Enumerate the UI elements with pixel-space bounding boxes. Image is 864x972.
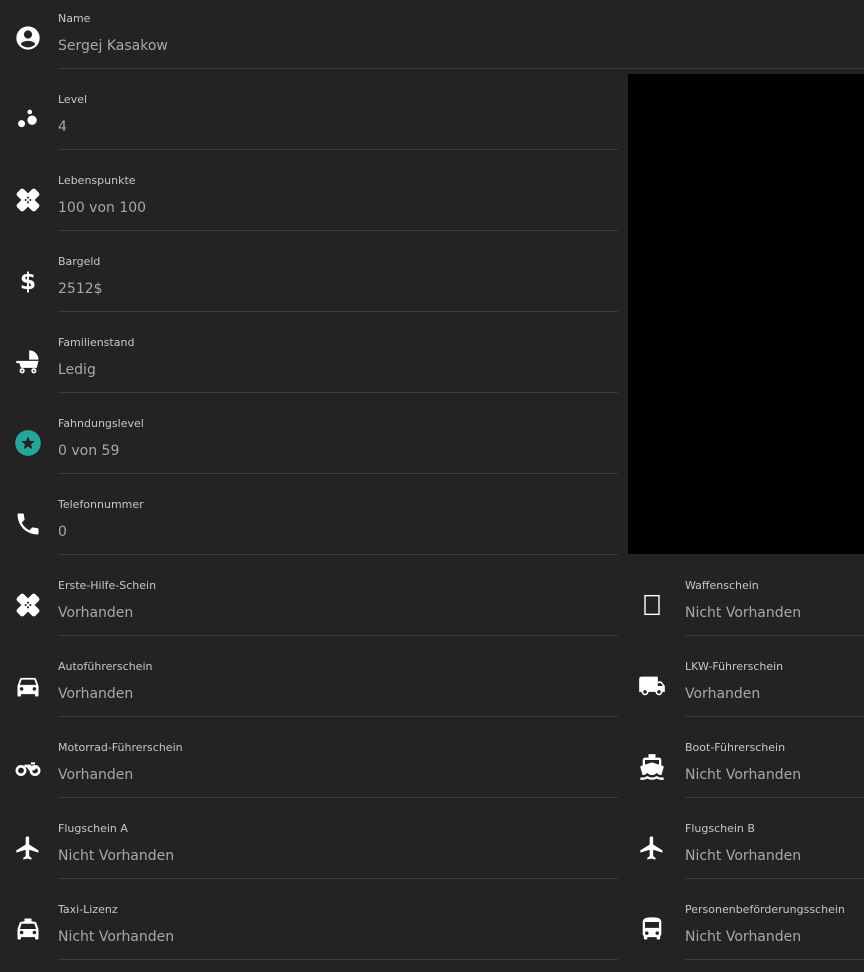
divider xyxy=(58,473,618,474)
field-marital: Familienstand Ledig xyxy=(0,324,620,405)
divider xyxy=(58,878,618,879)
motorbike-icon xyxy=(8,747,48,787)
car-icon xyxy=(8,666,48,706)
star-circle-icon xyxy=(8,423,48,463)
field-label: Fahndungslevel xyxy=(58,417,144,430)
divider xyxy=(58,716,618,717)
field-label: Motorrad-Führerschein xyxy=(58,741,183,754)
account-circle-icon xyxy=(8,18,48,58)
bandage-icon xyxy=(8,180,48,220)
divider xyxy=(58,635,618,636)
divider xyxy=(58,392,618,393)
truck-icon xyxy=(632,666,672,706)
field-phone: Telefonnummer 0 xyxy=(0,486,620,567)
field-value: Nicht Vorhanden xyxy=(685,848,802,864)
field-label: LKW-Führerschein xyxy=(685,660,784,673)
field-truck: LKW-Führerschein Vorhanden xyxy=(628,648,864,729)
field-label: Boot-Führerschein xyxy=(685,741,786,754)
divider xyxy=(58,230,618,231)
field-label: Personenbeförderungsschein xyxy=(685,903,845,916)
divider xyxy=(58,311,618,312)
field-value: Vorhanden xyxy=(58,767,134,783)
field-label: Erste-Hilfe-Schein xyxy=(58,579,157,592)
divider xyxy=(685,635,864,636)
ferry-icon xyxy=(632,747,672,787)
divider xyxy=(58,68,864,69)
field-flight-b: Flugschein B Nicht Vorhanden xyxy=(628,810,864,891)
airplane-icon xyxy=(8,828,48,868)
field-value: Nicht Vorhanden xyxy=(58,929,175,945)
divider xyxy=(685,878,864,879)
divider xyxy=(58,797,618,798)
field-value: Nicht Vorhanden xyxy=(685,929,802,945)
field-value: Vorhanden xyxy=(685,686,761,702)
bus-icon xyxy=(632,909,672,949)
bandage-icon xyxy=(8,585,48,625)
field-flight-a: Flugschein A Nicht Vorhanden xyxy=(0,810,620,891)
field-value: 100 von 100 xyxy=(58,200,147,216)
field-value: 0 von 59 xyxy=(58,443,120,459)
taxi-icon xyxy=(8,909,48,949)
field-car: Autoführerschein Vorhanden xyxy=(0,648,620,729)
field-health: Lebenspunkte 100 von 100 xyxy=(0,162,620,243)
field-value: Nicht Vorhanden xyxy=(58,848,175,864)
field-label: Name xyxy=(58,12,91,25)
field-value: 0 xyxy=(58,524,67,540)
field-bike: Motorrad-Führerschein Vorhanden xyxy=(0,729,620,810)
field-label: Waffenschein xyxy=(685,579,759,592)
field-label: Bargeld xyxy=(58,255,101,268)
field-value: 4 xyxy=(58,119,67,135)
field-value: Vorhanden xyxy=(58,686,134,702)
svg-text:$: $ xyxy=(20,267,36,295)
divider xyxy=(685,716,864,717)
field-value: Sergej Kasakow xyxy=(58,38,168,54)
field-level: Level 4 xyxy=(0,81,620,162)
field-label: Telefonnummer xyxy=(58,498,144,511)
field-label: Autoführerschein xyxy=(58,660,153,673)
phone-icon xyxy=(8,504,48,544)
field-wanted: Fahndungslevel 0 von 59 xyxy=(0,405,620,486)
field-name: Name Sergej Kasakow xyxy=(0,0,864,81)
field-label: Level xyxy=(58,93,88,106)
divider xyxy=(58,554,618,555)
square-outline-icon xyxy=(632,585,672,625)
field-firstaid: Erste-Hilfe-Schein Vorhanden xyxy=(0,567,620,648)
baby-carriage-icon xyxy=(8,342,48,382)
field-label: Taxi-Lizenz xyxy=(58,903,118,916)
divider xyxy=(58,149,618,150)
preview-panel xyxy=(628,74,864,554)
field-value: Ledig xyxy=(58,362,96,378)
field-value: Nicht Vorhanden xyxy=(685,767,802,783)
field-label: Flugschein B xyxy=(685,822,755,835)
bubbles-icon xyxy=(8,99,48,139)
field-value: Nicht Vorhanden xyxy=(685,605,802,621)
field-label: Lebenspunkte xyxy=(58,174,136,187)
field-weapon: Waffenschein Nicht Vorhanden xyxy=(628,567,864,648)
field-value: Vorhanden xyxy=(58,605,134,621)
field-label: Flugschein A xyxy=(58,822,128,835)
dollar-icon: $ xyxy=(8,261,48,301)
divider xyxy=(685,797,864,798)
field-cash: $ Bargeld 2512$ xyxy=(0,243,620,324)
airplane-icon xyxy=(632,828,672,868)
field-boat: Boot-Führerschein Nicht Vorhanden xyxy=(628,729,864,810)
field-label: Familienstand xyxy=(58,336,135,349)
field-value: 2512$ xyxy=(58,281,103,297)
